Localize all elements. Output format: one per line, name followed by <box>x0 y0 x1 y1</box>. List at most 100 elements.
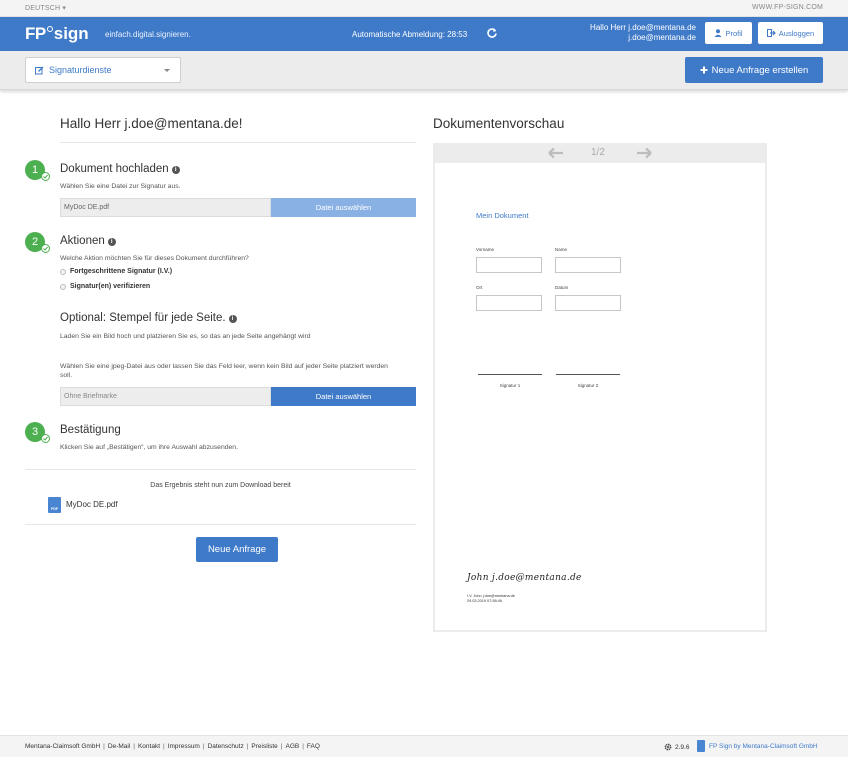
divider <box>25 524 416 525</box>
step-1-number: 1 <box>31 164 39 176</box>
radio-button[interactable] <box>60 268 66 275</box>
stamp-file-field[interactable]: Ohne Briefmarke <box>60 387 271 406</box>
logo-ring-icon <box>46 26 53 32</box>
footer-brand-text: FP Sign by Mentana-Claimsoft GmbH <box>709 742 818 750</box>
language-selector[interactable]: DEUTSCH ▾ <box>25 4 66 12</box>
top-bar: DEUTSCH ▾ WWW.FP-SIGN.COM <box>0 0 848 17</box>
preview-title: Dokumentenvorschau <box>433 116 565 131</box>
pdf-icon-text: PDF <box>51 507 58 511</box>
footer-link[interactable]: Datenschutz <box>208 743 244 750</box>
footer-links: Mentana-Claimsoft GmbH | De-Mail | Kontakt… <box>25 743 320 750</box>
refresh-icon[interactable] <box>486 27 498 39</box>
step-3-title: Bestätigung <box>60 424 121 436</box>
field-label-datum: Datum <box>555 285 569 290</box>
radio-advanced-signature[interactable]: Fortgeschrittene Signatur (I.V.) <box>60 268 172 275</box>
radio-label: Signatur(en) verifizieren <box>70 283 151 290</box>
signature-meta-line-1: I.V. John j.doe@mentana.de <box>467 594 515 598</box>
document-upload-row: MyDoc DE.pdf Datei auswählen <box>60 198 416 217</box>
footer-link[interactable]: De-Mail <box>108 743 130 750</box>
footer-link[interactable]: Impressum <box>168 743 200 750</box>
step-2-title: Aktionen i <box>60 235 116 247</box>
check-icon <box>41 172 50 181</box>
plus-icon <box>700 66 708 74</box>
edit-icon <box>35 66 44 74</box>
slogan: einfach.digital.signieren. <box>105 30 191 39</box>
signature-meta: I.V. John j.doe@mentana.de 29.03.2019 07… <box>467 594 515 603</box>
arrow-right-icon[interactable] <box>636 147 652 159</box>
footer-link[interactable]: FAQ <box>307 743 320 750</box>
document-file-field[interactable]: MyDoc DE.pdf <box>60 198 271 217</box>
result-ready-text: Das Ergebnis steht nun zum Download bere… <box>150 482 291 489</box>
check-icon <box>41 244 50 253</box>
info-icon[interactable]: i <box>107 238 116 246</box>
field-label-ort: Ort <box>476 285 483 290</box>
field-vorname <box>476 257 542 273</box>
info-icon[interactable]: i <box>228 315 237 323</box>
page-title: Hallo Herr j.doe@mentana.de! <box>60 116 243 131</box>
user-icon <box>714 29 722 37</box>
new-request-button[interactable]: Neue Anfrage <box>196 537 278 562</box>
step-1-title: Dokument hochladen i <box>60 163 180 175</box>
field-ort <box>476 295 542 311</box>
footer-brand-link[interactable]: FP Sign by Mentana-Claimsoft GmbH <box>697 740 818 752</box>
version-number: 2.9.6 <box>675 743 690 751</box>
divider <box>60 142 416 143</box>
pdf-file-icon: PDF <box>48 497 61 513</box>
footer: Mentana-Claimsoft GmbH | De-Mail | Kontakt… <box>0 735 848 757</box>
result-file-link[interactable]: MyDoc DE.pdf <box>66 500 118 509</box>
radio-verify-signatures[interactable]: Signatur(en) verifizieren <box>60 283 150 290</box>
new-request-label: Neue Anfrage erstellen <box>711 64 809 76</box>
footer-link[interactable]: Kontakt <box>138 743 160 750</box>
footer-link[interactable]: AGB <box>285 743 299 750</box>
language-label: DEUTSCH <box>25 5 61 12</box>
toolbar: Signaturdienste Neue Anfrage erstellen <box>0 51 848 90</box>
step-1-title-text: Dokument hochladen <box>60 163 169 175</box>
logout-button[interactable]: Ausloggen <box>758 22 823 44</box>
select-stamp-button[interactable]: Datei auswählen <box>271 387 416 406</box>
step-1-description: Wählen Sie eine Datei zur Signatur aus. <box>60 183 181 190</box>
select-document-button[interactable]: Datei auswählen <box>271 198 416 217</box>
radio-label: Fortgeschrittene Signatur (I.V.) <box>70 268 173 275</box>
greeting-line-1: Hallo Herr j.doe@mentana.de <box>590 23 696 32</box>
field-label-vorname: Vorname <box>476 247 495 252</box>
sign-out-icon <box>766 29 776 37</box>
dropdown-label: Signaturdienste <box>49 65 112 75</box>
create-new-request-button[interactable]: Neue Anfrage erstellen <box>685 57 823 83</box>
signature-label-2: Signatur 2 <box>577 383 599 388</box>
page-indicator: 1/2 <box>591 147 605 158</box>
footer-link[interactable]: Mentana-Claimsoft GmbH <box>25 743 100 750</box>
site-url[interactable]: WWW.FP-SIGN.COM <box>752 4 823 11</box>
logout-label: Ausloggen <box>778 28 815 38</box>
greeting-line-2: j.doe@mentana.de <box>628 33 696 42</box>
step-3-number: 3 <box>31 426 39 438</box>
signature-line-2 <box>556 374 620 375</box>
gear-icon <box>664 743 672 751</box>
handwritten-signature: John j.doe@mentana.de <box>467 573 582 583</box>
signature-label-1: Signatur 1 <box>499 383 521 388</box>
stamp-upload-row: Ohne Briefmarke Datei auswählen <box>60 387 416 406</box>
stamp-description-2: Wählen Sie eine jpeg-Datei aus oder lass… <box>60 363 388 379</box>
radio-button[interactable] <box>60 283 66 290</box>
profile-label: Profil <box>725 28 743 38</box>
profile-button[interactable]: Profil <box>705 22 752 44</box>
step-3-description: Klicken Sie auf „Bestätigen“, um ihre Au… <box>60 444 238 451</box>
field-name <box>555 257 621 273</box>
step-2-number: 2 <box>31 236 39 248</box>
user-greeting: Hallo Herr j.doe@mentana.de j.doe@mentan… <box>590 23 696 43</box>
logo[interactable]: FP sign <box>25 24 89 44</box>
footer-link[interactable]: Preisliste <box>251 743 277 750</box>
stamp-title-text: Optional: Stempel für jede Seite. <box>60 312 226 324</box>
document-preview: 1/2 Mein Dokument Vorname Name Ort Datum… <box>433 143 767 632</box>
signature-line-1 <box>478 374 542 375</box>
check-icon <box>41 434 50 443</box>
header: FP sign einfach.digital.signieren. Autom… <box>0 17 848 51</box>
caret-down-icon <box>164 69 170 72</box>
version-info: 2.9.6 <box>664 743 689 751</box>
auto-logout-timer: Automatische Abmeldung: 28:53 <box>352 30 468 39</box>
signature-services-dropdown[interactable]: Signaturdienste <box>25 57 181 83</box>
info-icon[interactable]: i <box>171 166 180 174</box>
preview-page: Mein Dokument Vorname Name Ort Datum Sig… <box>435 163 765 630</box>
step-2-description: Welche Aktion möchten Sie für dieses Dok… <box>60 255 249 262</box>
arrow-left-icon[interactable] <box>548 147 564 159</box>
signature-meta-line-2: 29.03.2019 07:58:46 <box>467 598 502 603</box>
